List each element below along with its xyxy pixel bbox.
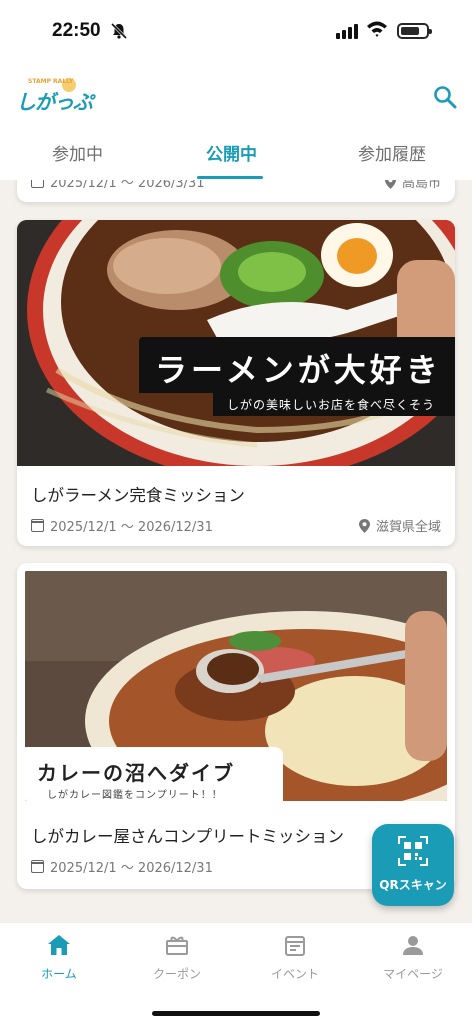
card-title: しがカレー屋さんコンプリートミッション — [31, 827, 345, 846]
card-date: 2025/12/1 〜 2026/12/31 — [31, 516, 213, 535]
tab-public[interactable]: 公開中 — [206, 140, 257, 165]
ramen-image-title: ラーメンが大好き — [139, 337, 455, 393]
curry-image-banner: カレーの沼へダイブ しがカレー図鑑をコンプリート！！ — [25, 747, 283, 801]
location-pin-icon — [385, 180, 396, 189]
app-header: STAMP RALLY しがっぷ 参加中 公開中 参加履歴 — [0, 60, 472, 180]
battery-icon — [397, 23, 432, 39]
card-date: 2025/12/1 〜 2026/3/31 — [31, 180, 205, 191]
nav-home[interactable]: ホーム — [0, 933, 118, 982]
calendar-icon — [285, 936, 305, 956]
location-pin-icon — [358, 518, 370, 533]
mission-card-ramen[interactable]: ラーメンが大好き しがの美味しいお店を食べ尽くそう しがラーメン完食ミッション … — [17, 220, 455, 546]
tab-active-indicator — [197, 176, 263, 179]
card-location: 滋賀県全域 — [358, 516, 441, 535]
ramen-image-subtitle: しがの美味しいお店を食べ尽くそう — [213, 392, 455, 416]
mission-list[interactable]: 2025/12/1 〜 2026/3/31 高島市 ラーメンが大好き しがの美味… — [0, 180, 472, 922]
nav-coupon[interactable]: クーポン — [118, 933, 236, 982]
tab-bar: 参加中 公開中 参加履歴 — [0, 132, 472, 180]
calendar-icon — [31, 180, 44, 188]
nav-label: マイページ — [383, 967, 443, 981]
mission-card[interactable]: 2025/12/1 〜 2026/3/31 高島市 — [17, 180, 455, 202]
search-icon[interactable] — [432, 84, 458, 110]
card-location: 高島市 — [385, 180, 441, 191]
app-logo[interactable]: STAMP RALLY しがっぷ — [16, 78, 93, 114]
home-icon — [48, 935, 70, 955]
signal-icon — [336, 24, 358, 39]
qr-code-icon — [398, 836, 428, 866]
status-bar: 22:50 — [0, 0, 472, 60]
qr-scan-button[interactable]: QRスキャン — [372, 824, 454, 906]
calendar-icon — [31, 860, 44, 873]
home-indicator — [152, 1011, 320, 1016]
nav-event[interactable]: イベント — [236, 933, 354, 982]
ramen-mission-image: ラーメンが大好き しがの美味しいお店を食べ尽くそう — [17, 220, 455, 466]
curry-mission-image: カレーの沼へダイブ しがカレー図鑑をコンプリート！！ — [25, 571, 447, 801]
bottom-nav: ホーム クーポン イベント マイページ — [0, 922, 472, 1024]
qr-scan-label: QRスキャン — [379, 878, 447, 892]
tab-history[interactable]: 参加履歴 — [358, 140, 426, 165]
card-date: 2025/12/1 〜 2026/12/31 — [31, 857, 213, 876]
calendar-icon — [31, 519, 44, 532]
logo-subtitle: STAMP RALLY — [28, 78, 74, 85]
person-icon — [403, 936, 423, 955]
bell-off-icon — [110, 22, 128, 40]
card-title: しがラーメン完食ミッション — [31, 486, 245, 505]
tab-participating[interactable]: 参加中 — [52, 140, 103, 165]
coupon-icon — [166, 936, 188, 955]
nav-label: クーポン — [152, 967, 201, 981]
nav-label: ホーム — [41, 967, 77, 981]
nav-mypage[interactable]: マイページ — [354, 933, 472, 982]
nav-label: イベント — [270, 967, 319, 981]
curry-image-title: カレーの沼へダイブ — [37, 761, 235, 785]
logo-text: しがっぷ — [16, 90, 93, 114]
curry-image-subtitle: しがカレー図鑑をコンプリート！！ — [47, 790, 223, 801]
status-time: 22:50 — [52, 20, 101, 41]
wifi-icon — [367, 21, 387, 37]
